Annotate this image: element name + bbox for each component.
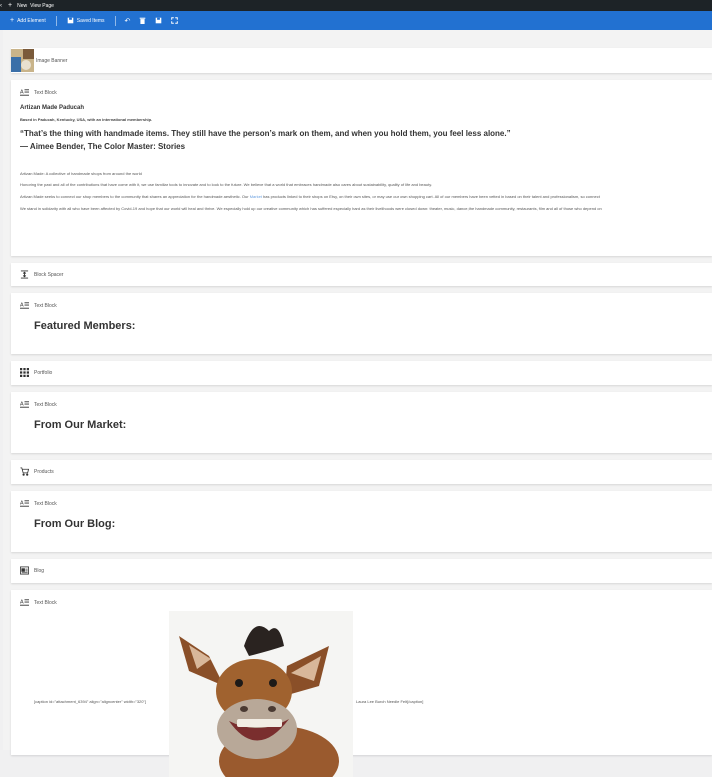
intro-quote-author: — Aimee Bender, The Color Master: Storie… (20, 142, 186, 151)
image-banner-block[interactable]: Image Banner (11, 48, 712, 73)
block-header: Block Spacer (20, 270, 63, 279)
block-label: Text Block (34, 401, 57, 408)
block-header: Blog (20, 566, 44, 575)
saved-items-label: Saved Items (76, 17, 105, 24)
paragraph-text: has products linked to their shops on Et… (261, 194, 600, 199)
svg-text:A: A (20, 401, 24, 407)
intro-title: Artizan Made Paducah (20, 105, 85, 111)
edge-glyph: ‹ (0, 2, 2, 9)
section-heading: From Our Blog: (34, 518, 116, 530)
trash-icon[interactable] (139, 17, 146, 24)
block-header: Portfolio (20, 368, 52, 377)
image-thumbnail (11, 49, 34, 72)
block-label: Text Block (34, 302, 57, 309)
paragraph-text: Artizan Made seeks to connect our shop m… (20, 194, 250, 199)
block-header: Image Banner (11, 48, 712, 73)
text-block-icon: A (20, 401, 29, 408)
blog-block[interactable]: Blog (11, 559, 712, 583)
block-header: Products (20, 467, 54, 476)
block-header: A Text Block (20, 499, 57, 508)
intro-paragraph: Artizan Made seeks to connect our shop m… (20, 194, 600, 199)
market-link[interactable]: Market (250, 194, 262, 199)
new-label: New (17, 2, 28, 9)
add-element-label: Add Element (17, 17, 46, 24)
toolbar-divider (55, 15, 57, 26)
saved-items-button[interactable]: Saved Items (67, 17, 105, 24)
spacer-icon (20, 270, 29, 279)
block-header: A Text Block (20, 88, 57, 97)
save-icon (67, 17, 74, 24)
cart-icon (20, 467, 29, 476)
block-label: Text Block (34, 599, 57, 606)
toolbar-divider (114, 15, 116, 26)
block-label: Text Block (34, 89, 57, 96)
block-label: Block Spacer (34, 271, 64, 278)
admin-bar: ‹ + New View Page (0, 0, 712, 11)
block-header: A Text Block (20, 400, 57, 409)
portfolio-block[interactable]: Portfolio (11, 361, 712, 385)
text-block-caption[interactable]: A Text Block [caption id="attachment_639… (11, 590, 712, 777)
block-label: Blog (34, 567, 45, 574)
svg-text:A: A (20, 500, 24, 506)
svg-text:A: A (20, 599, 24, 605)
block-label: Portfolio (34, 369, 53, 376)
save-icon[interactable] (155, 17, 162, 24)
text-block-market[interactable]: A Text Block From Our Market: (11, 392, 712, 453)
svg-text:A: A (20, 302, 24, 308)
products-block[interactable]: Products (11, 460, 712, 484)
section-heading: From Our Market: (34, 419, 127, 431)
text-block-icon: A (20, 89, 29, 96)
fullscreen-icon[interactable] (171, 17, 179, 24)
text-block-icon: A (20, 500, 29, 507)
text-block-featured[interactable]: A Text Block Featured Members: (11, 293, 712, 354)
section-heading: Featured Members: (34, 320, 136, 332)
new-menu[interactable]: + New (5, 2, 27, 9)
blog-icon (20, 566, 29, 575)
caption-text: Laura Lee Burch Needle Felt[/caption] (356, 699, 424, 704)
add-element-button[interactable]: + Add Element (10, 17, 46, 24)
block-label: Image Banner (36, 57, 68, 64)
undo-icon[interactable]: ↶ (125, 17, 131, 25)
block-header: A Text Block (20, 598, 57, 607)
block-spacer[interactable]: Block Spacer (11, 263, 712, 286)
builder-canvas: Image Banner A Text Block Artizan Made P… (3, 30, 712, 777)
block-label: Products (34, 468, 54, 475)
intro-subtitle: Based in Paducah, Kentucky, USA, with an… (20, 117, 153, 122)
intro-paragraph: Artizan Made: A collective of handmade s… (20, 171, 142, 176)
caption-shortcode: [caption id="attachment_6394" align="ali… (34, 699, 147, 704)
view-page-link[interactable]: View Page (30, 3, 54, 9)
intro-paragraph: We stand in solidarity with all who have… (20, 206, 602, 211)
text-block-blog[interactable]: A Text Block From Our Blog: (11, 491, 712, 552)
intro-paragraph: Honoring the past and all of the contrib… (20, 182, 433, 187)
needle-felt-donkey-image (169, 611, 353, 777)
svg-text:A: A (20, 89, 24, 95)
builder-toolbar: + Add Element Saved Items ↶ (0, 11, 712, 30)
text-block-intro[interactable]: A Text Block Artizan Made Paducah Based … (11, 80, 712, 256)
block-header: A Text Block (20, 301, 57, 310)
block-label: Text Block (34, 500, 57, 507)
donkey-illustration (169, 611, 353, 777)
text-block-icon: A (20, 302, 29, 309)
intro-quote: “That’s the thing with handmade items. T… (20, 129, 511, 138)
grid-icon (20, 368, 29, 377)
plus-icon: + (10, 17, 15, 24)
text-block-icon: A (20, 599, 29, 606)
plus-icon: + (8, 2, 13, 9)
